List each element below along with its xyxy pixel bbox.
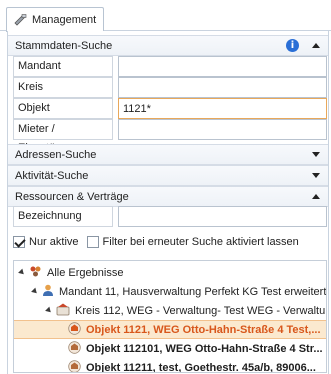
expand-down-icon[interactable]: [312, 173, 320, 178]
tree-mandant[interactable]: Mandant 11, Hausverwaltung Perfekt KG Te…: [14, 282, 326, 301]
tree-kreis-label: Kreis 112, WEG - Verwaltung- Test WEG - …: [75, 304, 326, 317]
tree-object-label: Objekt 1121, WEG Otto-Hahn-Straße 4 Test…: [86, 323, 321, 336]
filter-checkbox[interactable]: [86, 236, 99, 248]
result-tree: Alle Ergebnisse Mandant 11, Hausverwaltu…: [13, 260, 327, 373]
section-adressen-title: Adressen-Suche: [15, 148, 97, 161]
objekt-input[interactable]: [118, 98, 327, 119]
expand-arrow-icon[interactable]: [31, 287, 39, 296]
expand-arrow-icon[interactable]: [45, 306, 53, 315]
bezeichnung-input[interactable]: [118, 206, 327, 227]
options-bar: Nur aktive Filter bei erneuter Suche akt…: [13, 232, 327, 252]
expand-arrow-icon[interactable]: [18, 268, 26, 277]
search-panel: Stammdaten-Suche i Mandant Kreis Objekt …: [7, 31, 329, 374]
field-bezeichnung: Bezeichnung: [13, 206, 327, 227]
objekt-label: Objekt: [13, 98, 113, 119]
nur-aktive-label[interactable]: Nur aktive: [29, 236, 79, 248]
section-stammdaten-header[interactable]: Stammdaten-Suche i: [8, 35, 328, 56]
mieter-label: Mieter / Eigentümer: [13, 119, 113, 154]
section-adressen-header[interactable]: Adressen-Suche: [8, 144, 328, 165]
tree-object[interactable]: Objekt 112101, WEG Otto-Hahn-Straße 4 St…: [14, 339, 326, 358]
section-ressourcen-header[interactable]: Ressourcen & Verträge: [8, 186, 328, 207]
group-icon: [56, 303, 70, 319]
person-icon: [42, 284, 54, 300]
tab-bar: Management: [0, 0, 331, 32]
filter-label[interactable]: Filter bei erneuter Suche aktiviert lass…: [103, 236, 299, 248]
tree-kreis[interactable]: Kreis 112, WEG - Verwaltung- Test WEG - …: [14, 301, 326, 320]
building-icon: [68, 340, 81, 357]
field-mandant: Mandant: [13, 56, 327, 77]
field-objekt: Objekt: [13, 98, 327, 119]
kreis-label: Kreis: [13, 77, 113, 98]
section-stammdaten-title: Stammdaten-Suche: [15, 39, 113, 52]
bezeichnung-label: Bezeichnung: [13, 206, 113, 227]
mandant-label: Mandant: [13, 56, 113, 77]
collapse-up-icon[interactable]: [312, 194, 320, 199]
results-tree-icon: [29, 265, 42, 281]
tree-root-label: Alle Ergebnisse: [47, 266, 124, 279]
expand-down-icon[interactable]: [312, 152, 320, 157]
section-aktivitaet-header[interactable]: Aktivität-Suche: [8, 165, 328, 186]
mandant-input[interactable]: [118, 56, 327, 77]
tab-management[interactable]: Management: [6, 7, 104, 32]
mieter-input[interactable]: [118, 119, 327, 140]
building-icon: [68, 359, 81, 372]
section-ressourcen-title: Ressourcen & Verträge: [15, 190, 129, 203]
tree-object-selected[interactable]: Objekt 1121, WEG Otto-Hahn-Straße 4 Test…: [14, 320, 326, 339]
nur-aktive-checkbox[interactable]: [13, 236, 25, 248]
field-kreis: Kreis: [13, 77, 327, 98]
tree-mandant-label: Mandant 11, Hausverwaltung Perfekt KG Te…: [59, 285, 326, 298]
tree-object-label: Objekt 11211, test, Goethestr. 45a/b, 89…: [86, 361, 316, 373]
tree-root[interactable]: Alle Ergebnisse: [14, 263, 326, 282]
field-mieter: Mieter / Eigentümer: [13, 119, 327, 154]
info-icon[interactable]: i: [286, 39, 299, 52]
wrench-icon: [13, 14, 27, 26]
management-window: Management Stammdaten-Suche i Mandant Kr…: [0, 0, 331, 374]
kreis-input[interactable]: [118, 77, 327, 98]
tree-object-label: Objekt 112101, WEG Otto-Hahn-Straße 4 St…: [86, 342, 323, 355]
building-icon: [68, 321, 81, 338]
collapse-up-icon[interactable]: [312, 43, 320, 48]
tab-label: Management: [32, 14, 97, 26]
tree-object[interactable]: Objekt 11211, test, Goethestr. 45a/b, 89…: [14, 358, 326, 373]
section-aktivitaet-title: Aktivität-Suche: [15, 169, 89, 182]
